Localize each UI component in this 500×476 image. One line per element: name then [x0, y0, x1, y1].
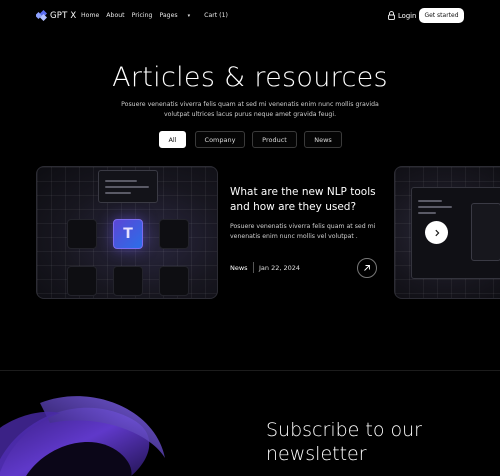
window-line [418, 212, 436, 214]
thumbnail-logo-tile: T [113, 219, 143, 249]
panel-line [105, 180, 137, 182]
page-title: Articles & resources [112, 62, 388, 93]
thumbnail-tile [67, 219, 97, 249]
logo-text: GPT X [50, 10, 77, 21]
decorative-swirl [0, 396, 165, 476]
thumbnail-tile [67, 266, 97, 296]
filter-company[interactable]: Company [195, 131, 245, 148]
window-line [418, 206, 452, 208]
nav-item-about[interactable]: About [106, 12, 124, 19]
article-title[interactable]: What are the new NLP tools and how are t… [230, 185, 380, 215]
page-subtitle: Posuere venenatis viverra felis quam at … [121, 101, 379, 118]
article-thumbnail[interactable]: T [36, 166, 218, 299]
chevron-right-icon [434, 229, 439, 236]
lock-icon [388, 11, 395, 20]
arrow-up-right-icon [364, 265, 370, 271]
newsletter-title: Subscribe to our newsletter [266, 419, 422, 465]
panel-line [105, 186, 149, 188]
meta-divider [253, 262, 254, 273]
article-date: Jan 22, 2024 [259, 264, 301, 272]
logo-icon [36, 10, 47, 21]
article-tag: News [230, 264, 248, 272]
carousel-next-button[interactable] [425, 221, 448, 244]
window-line [418, 200, 442, 202]
filter-news[interactable]: News [304, 131, 342, 148]
nav-item-pages[interactable]: Pages ▾ [159, 12, 197, 19]
nav-item-pages-label: Pages [159, 12, 178, 19]
chevron-down-icon: ▾ [187, 13, 191, 19]
top-nav: GPT X Home About Pricing Pages ▾ Cart (1… [0, 0, 500, 32]
nav-item-home[interactable]: Home [81, 12, 99, 19]
login-label: Login [398, 11, 417, 20]
category-filters: All Company Product News [0, 131, 500, 148]
thumbnail-tile [159, 266, 189, 296]
nav-item-pricing[interactable]: Pricing [132, 12, 153, 19]
thumbnail-tile [113, 266, 143, 296]
thumbnail-subwindow [471, 203, 500, 261]
login-link[interactable]: Login [388, 11, 416, 20]
filter-all[interactable]: All [159, 131, 186, 148]
article-description: Posuere venenatis viverra felis quam at … [230, 223, 376, 240]
section-divider [0, 370, 500, 371]
panel-line [105, 192, 131, 194]
get-started-button[interactable]: Get started [419, 8, 464, 23]
read-article-button[interactable] [357, 258, 377, 278]
thumbnail-panel [98, 170, 158, 203]
main-menu: Home About Pricing Pages ▾ Cart (1) [81, 12, 235, 19]
logo[interactable]: GPT X [36, 10, 76, 21]
filter-product[interactable]: Product [252, 131, 297, 148]
thumbnail-tile [159, 219, 189, 249]
nav-item-cart[interactable]: Cart (1) [204, 12, 228, 19]
